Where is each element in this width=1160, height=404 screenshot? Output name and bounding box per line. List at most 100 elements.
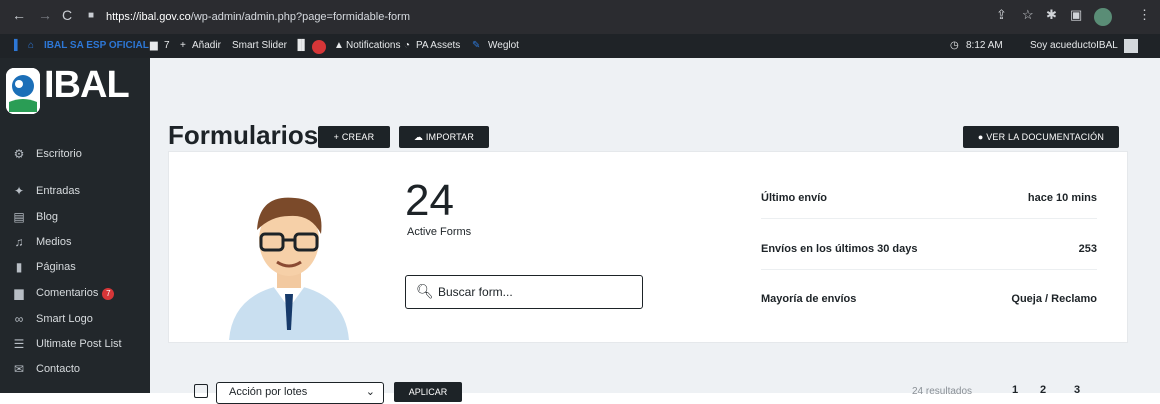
stat-value-top-submissions: Queja / Reclamo (1011, 293, 1097, 305)
stat-value-submissions-30-days: 253 (1078, 243, 1097, 255)
blog-icon: ▤ (13, 210, 25, 224)
forward-arrow-icon[interactable]: → (38, 7, 52, 23)
reload-icon[interactable]: C (62, 7, 72, 23)
search-placeholder: Buscar form... (438, 285, 513, 299)
bell-icon[interactable]: ▲ (334, 40, 344, 51)
add-new-link[interactable]: Añadir (192, 40, 221, 51)
active-forms-count: 24 (405, 176, 454, 225)
search-icon: 🔍︎ (416, 283, 434, 299)
stat-label-top-submissions: Mayoría de envíos (761, 293, 857, 305)
notifications-link[interactable]: Notifications (346, 40, 400, 51)
pagination-page-3[interactable]: 3 (1074, 384, 1080, 396)
weglot-link[interactable]: Weglot (488, 40, 519, 51)
stat-value-last-submission: hace 10 mins (1027, 192, 1097, 204)
ibal-logo[interactable]: IBAL (6, 62, 146, 132)
stat-divider (761, 269, 1097, 270)
create-button[interactable]: + CREAR (318, 126, 390, 148)
sidebar-item-label: Contacto (36, 363, 81, 375)
list-icon: ☰ (13, 337, 25, 351)
comments-count-badge: 7 (102, 288, 115, 300)
sidebar-item-label: Ultimate Post List (36, 338, 122, 350)
pin-icon: ✦ (13, 184, 25, 198)
stat-label-submissions-30-days: Envíos en los últimos 30 days (761, 243, 918, 255)
bulk-action-selected: Acción por lotes (229, 386, 308, 398)
sidebar-item-medios[interactable]: ♫ Medios (0, 231, 150, 253)
sidebar-item-paginas[interactable]: ▮ Páginas (0, 256, 150, 278)
browser-toolbar: ← → C ■ https://ibal.gov.co/wp-admin/adm… (0, 0, 1160, 34)
sidebar-item-blog[interactable]: ▤ Blog (0, 206, 150, 228)
select-all-checkbox[interactable] (194, 384, 208, 398)
forms-summary-card: 24 Active Forms 🔍︎ Buscar form... Último… (168, 151, 1128, 343)
sidebar-item-comentarios[interactable]: ▆ Comentarios 7 (0, 282, 150, 304)
cloud-upload-icon: ☁ (413, 132, 426, 142)
sidebar-item-label: Blog (36, 211, 59, 223)
url-host: https://ibal.gov.co (106, 11, 191, 23)
apply-button[interactable]: APLICAR (394, 382, 462, 402)
profile-avatar-icon[interactable] (1094, 8, 1112, 26)
back-arrow-icon[interactable]: ← (12, 7, 26, 23)
user-avatar[interactable] (1124, 39, 1138, 53)
bulk-actions-bar: Acción por lotes ⌄ APLICAR 24 resultados… (150, 372, 1160, 404)
share-icon[interactable]: ⇪ (996, 7, 1007, 23)
mail-icon: ✉ (13, 362, 25, 376)
pages-icon: ▮ (15, 260, 23, 274)
doc-icon: ● (977, 132, 987, 142)
import-label: IMPORTAR (425, 132, 475, 142)
logo-text: IBAL (44, 64, 130, 106)
address-bar[interactable]: https://ibal.gov.co/wp-admin/admin.php?p… (106, 8, 986, 26)
sidebar-item-label: Comentarios (36, 287, 99, 299)
extensions-icon[interactable]: ✱ (1046, 7, 1057, 23)
chevron-down-icon: ⌄ (365, 386, 375, 398)
smart-logo-icon: ∞ (14, 312, 24, 326)
time-text: 8:12 AM (966, 40, 1003, 51)
url-path: /wp-admin/admin.php?page=formidable-form (190, 11, 410, 23)
weglot-icon[interactable]: ✎ (472, 40, 480, 51)
comments-count[interactable]: 7 (164, 40, 170, 51)
bookmark-star-icon[interactable]: ☆ (1022, 7, 1034, 23)
site-name[interactable]: IBAL SA ESP OFICIAL (44, 40, 149, 51)
sidebar-item-escritorio[interactable]: ⚙ Escritorio (0, 143, 150, 165)
import-button[interactable]: ☁ IMPORTAR (399, 126, 489, 148)
sidebar-item-contacto[interactable]: ✉ Contacto (0, 358, 150, 380)
pagination-page-1[interactable]: 1 (1012, 384, 1018, 396)
add-new-icon[interactable]: + (180, 40, 186, 51)
mascot-illustration (219, 180, 359, 340)
stat-label-last-submission: Último envío (761, 192, 828, 204)
dashboard-icon: ⚙ (13, 147, 25, 161)
sidebar-item-label: Escritorio (36, 148, 82, 160)
wordpress-icon[interactable]: ▌ (14, 40, 21, 51)
yoast-icon[interactable]: ▐▌ (294, 40, 308, 51)
documentation-button[interactable]: ● VER LA DOCUMENTACIÓN (963, 126, 1119, 148)
sidebar-item-entradas[interactable]: ✦ Entradas (0, 180, 150, 202)
window-icon[interactable]: ▣ (1070, 7, 1082, 23)
sidebar-item-smart-logo[interactable]: ∞ Smart Logo (0, 308, 150, 330)
admin-sidebar: IBAL ⚙ Escritorio ✦ Entradas ▤ Blog ♫ Me… (0, 58, 150, 393)
sidebar-item-label: Medios (36, 236, 72, 248)
comments-icon[interactable]: ▆ (150, 40, 158, 51)
page-title: Formularios (168, 120, 319, 150)
sidebar-item-label: Smart Logo (36, 313, 93, 325)
sidebar-item-label: Páginas (36, 261, 76, 273)
sidebar-item-label: Entradas (36, 185, 81, 197)
wp-admin-bar: ▌ ⌂ IBAL SA ESP OFICIAL ▆ 7 + Añadir Sma… (0, 34, 1160, 58)
user-greeting[interactable]: Soy acueductoIBAL (1030, 40, 1118, 51)
documentation-label: VER LA DOCUMENTACIÓN (986, 132, 1105, 142)
smart-slider-link[interactable]: Smart Slider (232, 40, 287, 51)
active-forms-label: Active Forms (407, 226, 472, 238)
search-input[interactable]: 🔍︎ Buscar form... (405, 275, 643, 309)
menu-dots-icon[interactable]: ⋮ (1138, 7, 1151, 23)
pagination-page-2[interactable]: 2 (1040, 384, 1046, 396)
results-count: 24 resultados (912, 386, 973, 397)
sidebar-item-ultimate-post-list[interactable]: ☰ Ultimate Post List (0, 333, 150, 355)
yoast-badge[interactable] (310, 40, 326, 57)
stat-divider (761, 218, 1097, 219)
home-icon[interactable]: ⌂ (28, 40, 34, 51)
pa-assets-link[interactable]: PA Assets (416, 40, 460, 51)
media-icon: ♫ (14, 235, 24, 249)
ibal-logo-mark-icon (6, 68, 40, 114)
comments-icon: ▆ (14, 286, 24, 300)
lock-icon: ■ (88, 10, 95, 21)
pa-assets-icon[interactable]: ◔ (404, 40, 410, 51)
bulk-action-select[interactable]: Acción por lotes ⌄ (216, 382, 384, 404)
clock-icon: ◷ (950, 40, 959, 51)
